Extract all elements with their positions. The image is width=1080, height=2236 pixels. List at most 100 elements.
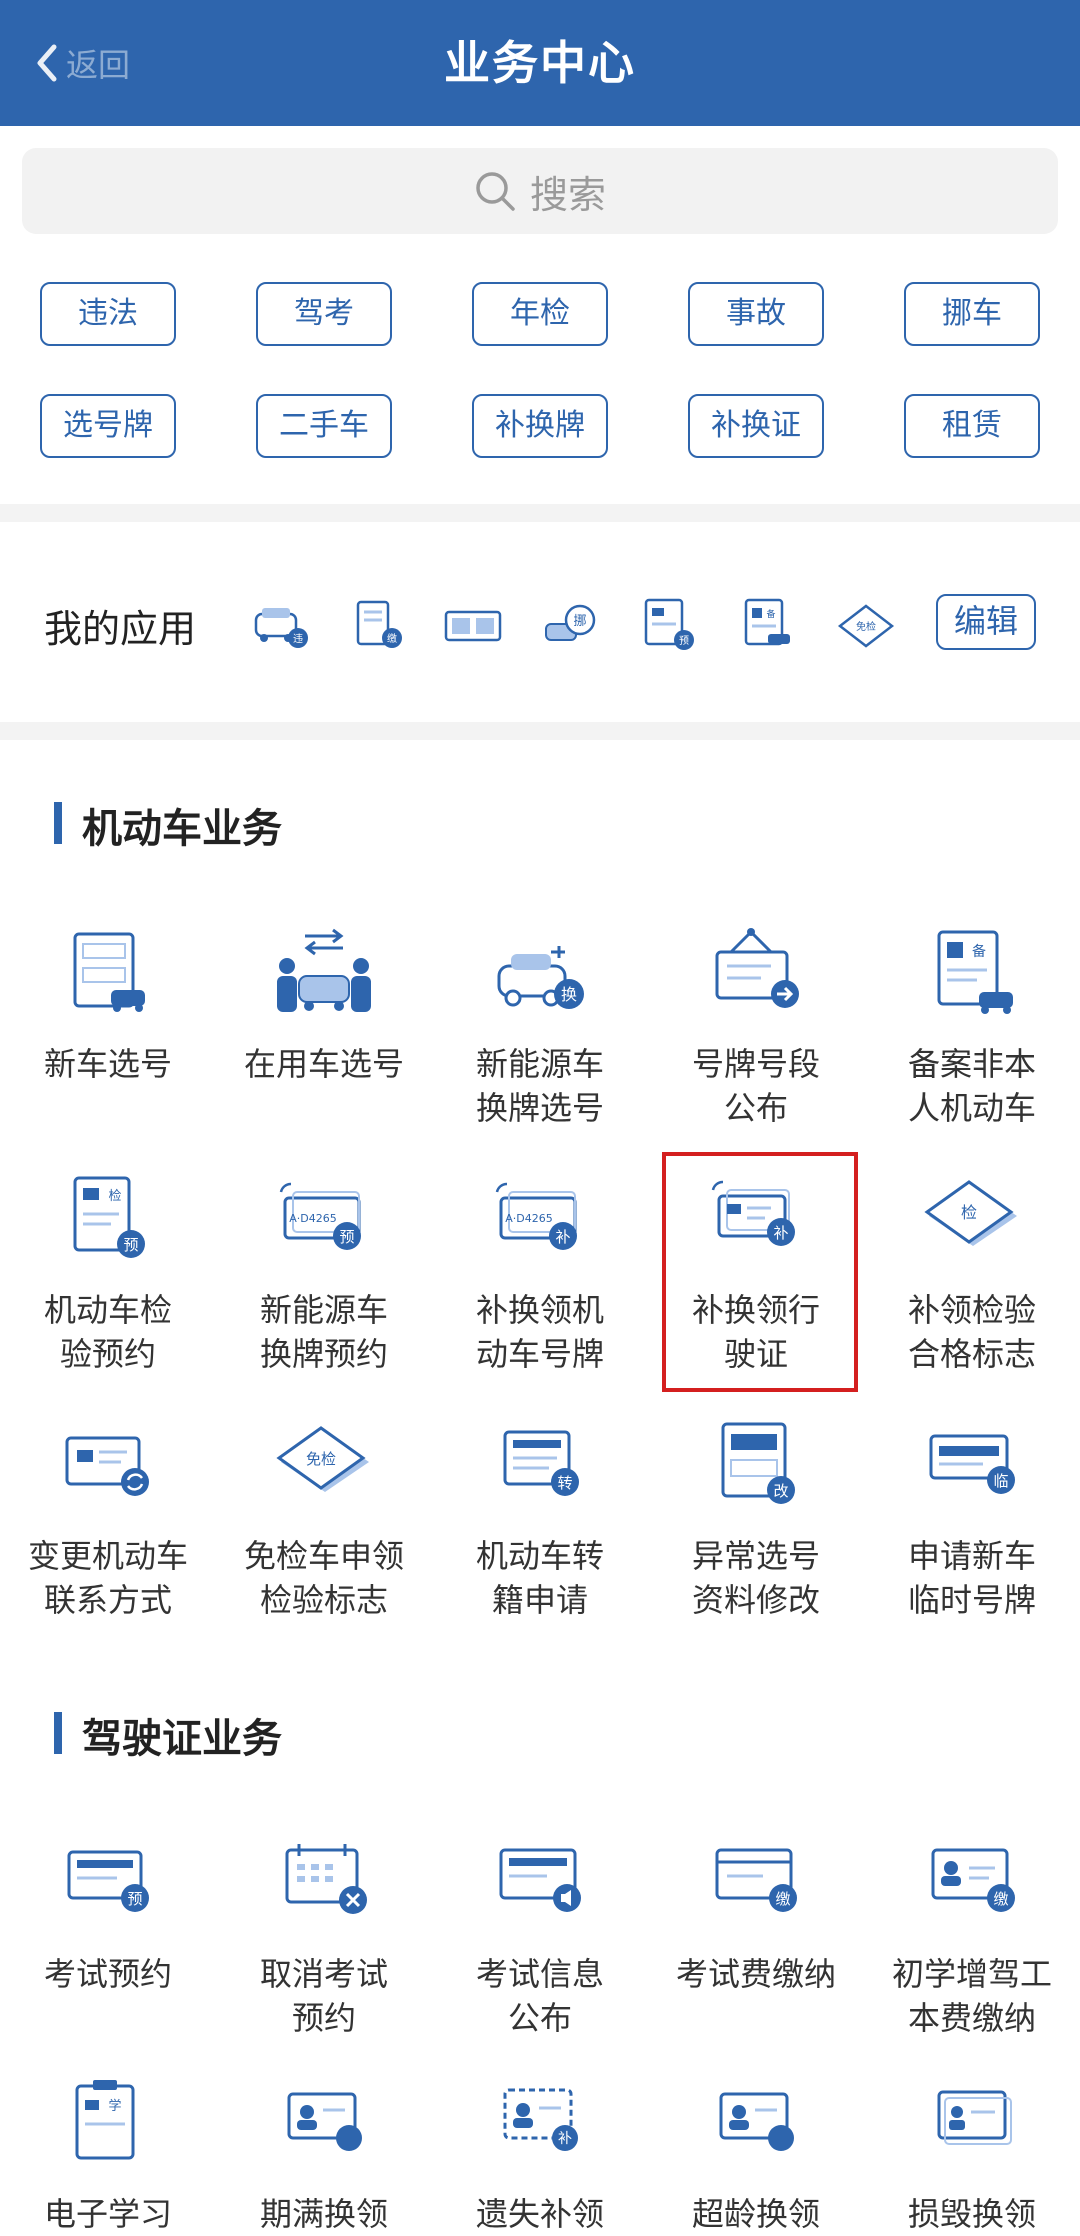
service-label: 考试费缴纳 xyxy=(675,1955,836,1993)
service-overage-renew[interactable]: 超龄换领 xyxy=(648,2076,864,2236)
service-label: 机动车转 籍申请 xyxy=(475,1537,604,1619)
service-label: 取消考试 预约 xyxy=(259,1955,388,2037)
badge-text: 换 xyxy=(561,985,577,1004)
service-ev-plate-booking[interactable]: A·D4265 预 新能源车 换牌预约 xyxy=(216,1172,432,1376)
service-inspection-booking[interactable]: 检 预 机动车检 验预约 xyxy=(0,1172,216,1376)
service-exempt-mark[interactable]: 免检 免检车申领 检验标志 xyxy=(216,1418,432,1622)
transfer-icon: 转 xyxy=(503,1430,579,1496)
service-lost-reissue[interactable]: 补 遗失补领 xyxy=(432,2076,648,2236)
tag-replace-plate[interactable]: 补换牌 xyxy=(472,394,608,458)
badge-text: 备 xyxy=(972,943,986,960)
service-label: 变更机动车 联系方式 xyxy=(27,1537,188,1619)
service-label: 遗失补领 xyxy=(475,2195,604,2233)
divider xyxy=(0,504,1080,522)
badge-text: 检 xyxy=(961,1203,977,1222)
exam-fee-icon: 缴 xyxy=(715,1848,797,1912)
service-label: 考试信息 公布 xyxy=(475,1955,604,2037)
svg-text:A·D4265: A·D4265 xyxy=(289,1212,337,1225)
ev-plate-booking-icon: A·D4265 预 xyxy=(279,1182,361,1250)
notice-board-icon xyxy=(715,928,799,1008)
service-new-car-plate[interactable]: 新车选号 xyxy=(0,926,216,1086)
svg-text:检: 检 xyxy=(108,1189,121,1204)
service-modify-plate[interactable]: 改 异常选号 资料修改 xyxy=(648,1418,864,1622)
badge-text: 备 xyxy=(766,608,775,620)
tag-violation[interactable]: 违法 xyxy=(40,282,176,346)
service-plate-notice[interactable]: 号牌号段 公布 xyxy=(648,926,864,1130)
service-label: 免检车申领 检验标志 xyxy=(243,1537,404,1619)
service-transfer[interactable]: 转 机动车转 籍申请 xyxy=(432,1418,648,1622)
service-exam-info[interactable]: 考试信息 公布 xyxy=(432,1836,648,2040)
tag-replace-license[interactable]: 补换证 xyxy=(688,394,824,458)
service-expire-renew[interactable]: 期满换领 xyxy=(216,2076,432,2236)
badge-text: 学 xyxy=(108,2098,121,2114)
badge-text: 违 xyxy=(293,633,303,645)
service-temp-plate[interactable]: 临 申请新车 临时号牌 xyxy=(864,1418,1080,1622)
cancel-exam-icon xyxy=(285,1844,367,1914)
service-label: 超龄换领 xyxy=(691,2195,820,2233)
inspection-mark-icon: 检 xyxy=(924,1180,1017,1246)
tag-move-car[interactable]: 挪车 xyxy=(904,282,1040,346)
service-exam-fee[interactable]: 缴 考试费缴纳 xyxy=(648,1836,864,1996)
record-car-icon: 备 xyxy=(937,930,1013,1014)
search-input[interactable]: 搜索 xyxy=(22,148,1058,234)
tag-rental[interactable]: 租赁 xyxy=(904,394,1040,458)
expire-renew-icon xyxy=(287,2092,362,2151)
exam-info-icon xyxy=(499,1848,581,1912)
badge-text: 临 xyxy=(993,1472,1008,1490)
service-label: 电子学习 xyxy=(43,2195,172,2233)
service-change-contact[interactable]: 变更机动车 联系方式 xyxy=(0,1418,216,1622)
record-icon[interactable]: 备 xyxy=(738,598,802,654)
service-label: 损毁换领 xyxy=(907,2195,1036,2233)
modify-plate-icon: 改 xyxy=(721,1422,795,1504)
service-label: 新车选号 xyxy=(43,1045,172,1083)
service-ev-plate[interactable]: 换 新能源车 换牌选号 xyxy=(432,926,648,1130)
service-cancel-exam[interactable]: 取消考试 预约 xyxy=(216,1836,432,2040)
app-header: 返回 业务中心 xyxy=(0,0,1080,126)
service-label: 机动车检 验预约 xyxy=(43,1291,172,1373)
my-apps-row: 我的应用 违 缴 挪 预 备 免检 xyxy=(0,522,1080,722)
search-placeholder: 搜索 xyxy=(529,172,606,217)
service-in-use-plate[interactable]: 在用车选号 xyxy=(216,926,432,1086)
inspection-exempt-icon[interactable]: 免检 xyxy=(834,598,898,654)
service-cost-pay[interactable]: 缴 初学增驾工 本费缴纳 xyxy=(864,1836,1080,2040)
my-apps-label: 我的应用 xyxy=(44,607,197,651)
svg-text:A·D4265: A·D4265 xyxy=(505,1212,553,1225)
tag-annual-inspection[interactable]: 年检 xyxy=(472,282,608,346)
badge-text: 免检 xyxy=(306,1450,336,1468)
document-pay-icon[interactable]: 缴 xyxy=(348,598,412,654)
badge-text: 免检 xyxy=(856,620,876,633)
service-label: 号牌号段 公布 xyxy=(691,1045,820,1127)
service-plate-replace[interactable]: A·D4265 补 补换领机 动车号牌 xyxy=(432,1172,648,1376)
car-violation-icon[interactable]: 违 xyxy=(250,598,314,654)
exam-booking-icon: 预 xyxy=(67,1850,149,1912)
divider xyxy=(0,722,1080,740)
service-label: 初学增驾工 本费缴纳 xyxy=(891,1955,1052,2037)
service-damage-renew[interactable]: 损毁换领 xyxy=(864,2076,1080,2236)
badge-text: 补 xyxy=(558,2131,572,2147)
tag-accident[interactable]: 事故 xyxy=(688,282,824,346)
service-exam-booking[interactable]: 预 考试预约 xyxy=(0,1836,216,1996)
service-label: 异常选号 资料修改 xyxy=(691,1537,820,1619)
move-car-icon[interactable]: 挪 xyxy=(542,598,606,654)
service-e-learning[interactable]: 学 电子学习 xyxy=(0,2076,216,2236)
edit-button[interactable]: 编辑 xyxy=(936,594,1036,650)
swap-owner-icon xyxy=(277,928,371,1012)
tag-driving-test[interactable]: 驾考 xyxy=(256,282,392,346)
section-title-motor: 机动车业务 xyxy=(54,796,282,854)
inspection-booking-icon[interactable]: 预 xyxy=(640,598,704,654)
service-label: 考试预约 xyxy=(43,1955,172,1993)
service-record-car[interactable]: 备 备案非本 人机动车 xyxy=(864,926,1080,1130)
new-car-plate-icon xyxy=(73,932,145,1012)
ev-car-icon: 换 xyxy=(497,946,584,1009)
service-inspection-mark[interactable]: 检 补领检验 合格标志 xyxy=(864,1172,1080,1376)
tag-select-plate[interactable]: 选号牌 xyxy=(40,394,176,458)
tag-used-car[interactable]: 二手车 xyxy=(256,394,392,458)
page-title: 业务中心 xyxy=(444,36,636,90)
e-learning-icon: 学 xyxy=(75,2080,135,2160)
search-icon xyxy=(476,172,515,211)
temp-plate-icon: 临 xyxy=(929,1434,1015,1494)
plates-icon[interactable] xyxy=(444,598,502,654)
cost-pay-icon: 缴 xyxy=(931,1848,1015,1912)
service-label: 新能源车 换牌预约 xyxy=(259,1291,388,1373)
exempt-mark-icon: 免检 xyxy=(276,1426,369,1492)
